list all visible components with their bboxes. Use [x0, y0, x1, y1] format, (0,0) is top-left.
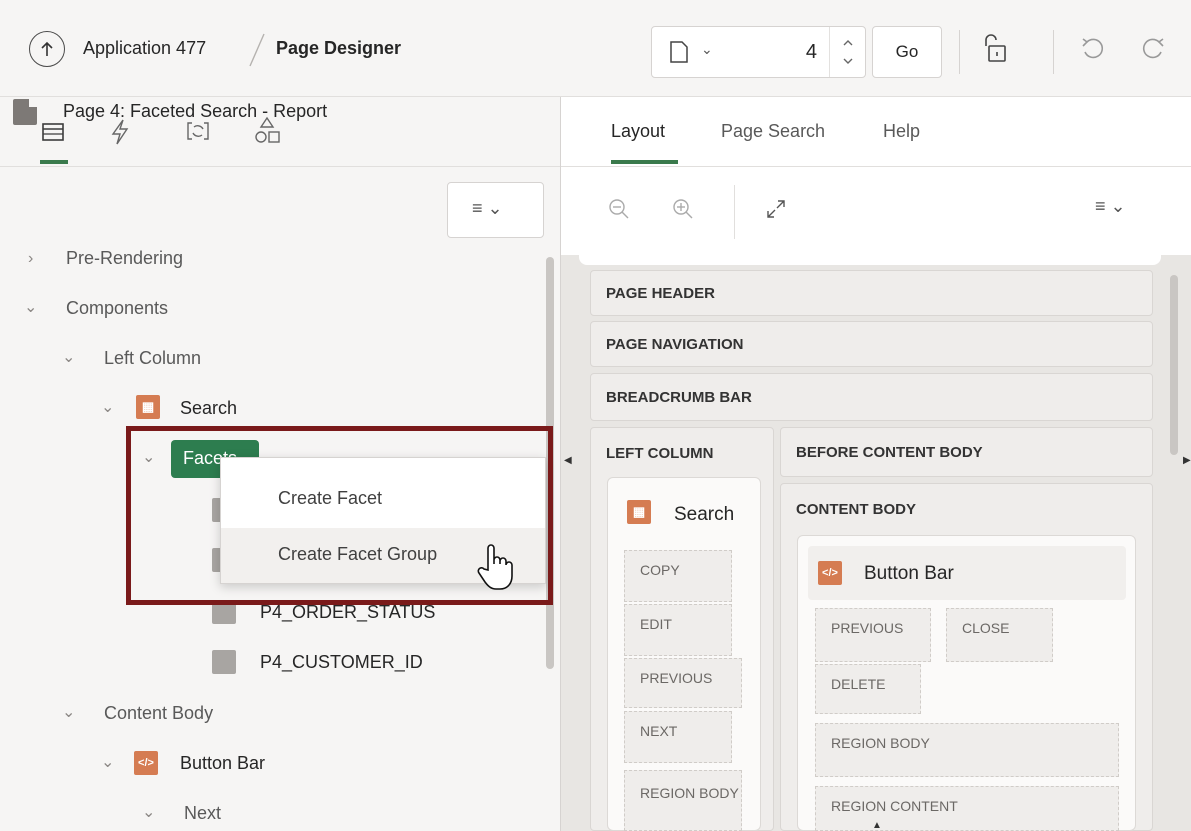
page-icon	[670, 41, 688, 63]
collapse-chevron-icon[interactable]: ⌄	[62, 347, 75, 367]
search-region-icon: ▦	[627, 500, 651, 524]
page-selector[interactable]: ⌄ 4	[651, 26, 866, 78]
canvas-top-edge	[579, 255, 1161, 265]
slot-region-body[interactable]: REGION BODY	[624, 770, 742, 831]
slot-next[interactable]: NEXT	[624, 711, 732, 763]
expand-chevron-icon[interactable]: ›	[28, 250, 33, 268]
tab-layout[interactable]: Layout	[611, 121, 665, 142]
go-button[interactable]: Go	[872, 26, 942, 78]
tree-node-content-body[interactable]: Content Body	[104, 703, 213, 724]
tree-menu-button[interactable]: ≡ ⌄	[447, 182, 544, 238]
band-page-navigation[interactable]: PAGE NAVIGATION	[590, 321, 1153, 367]
right-pane-tabs: Layout Page Search Help	[561, 97, 1191, 167]
band-before-content-body[interactable]: BEFORE CONTENT BODY	[780, 427, 1153, 477]
zoom-out-icon[interactable]	[607, 197, 631, 221]
collapse-chevron-icon[interactable]: ⌄	[142, 802, 155, 822]
annotation-highlight-box	[126, 426, 553, 605]
expand-icon[interactable]	[764, 197, 788, 221]
menu-icon: ≡ ⌄	[472, 198, 503, 218]
chevron-down-icon[interactable]: ⌄	[701, 41, 713, 58]
slot-edit[interactable]: EDIT	[624, 604, 732, 656]
breadcrumb-separator	[249, 33, 265, 67]
collapse-chevron-icon[interactable]: ⌄	[101, 752, 114, 772]
tree-node-left-column[interactable]: Left Column	[104, 348, 201, 369]
page-number-input[interactable]: 4	[806, 41, 817, 64]
active-tab-indicator	[611, 160, 678, 164]
tree-node-order-status[interactable]: P4_ORDER_STATUS	[260, 602, 435, 623]
toolbar-divider	[959, 30, 960, 74]
chevron-up-icon[interactable]	[841, 36, 855, 50]
layout-toolbar: ≡ ⌄	[561, 167, 1191, 255]
toolbar-divider	[1053, 30, 1054, 74]
tree-node-components[interactable]: Components	[66, 298, 168, 319]
tree-node-search[interactable]: Search	[180, 398, 237, 419]
slot-region-content[interactable]: REGION CONTENT	[815, 786, 1119, 831]
navigate-up-icon[interactable]	[29, 31, 65, 67]
button-bar-card-header	[808, 546, 1126, 600]
layout-menu-icon[interactable]: ≡ ⌄	[1095, 196, 1126, 217]
splitter-collapse-icon[interactable]: ◀	[564, 455, 572, 466]
collapse-chevron-icon[interactable]: ⌄	[62, 702, 75, 722]
zoom-in-icon[interactable]	[671, 197, 695, 221]
slot-region-body[interactable]: REGION BODY	[815, 723, 1119, 777]
splitter-up-icon[interactable]: ▲	[872, 820, 882, 831]
chevron-down-icon[interactable]	[841, 54, 855, 68]
unlock-icon[interactable]	[980, 32, 1010, 66]
splitter-expand-icon[interactable]: ▶	[1183, 455, 1191, 466]
tree-node-customer-id[interactable]: P4_CUSTOMER_ID	[260, 652, 423, 673]
button-bar-card-title: Button Bar	[864, 563, 954, 584]
breadcrumb-application[interactable]: Application 477	[83, 38, 206, 59]
layout-scrollbar[interactable]	[1170, 275, 1178, 455]
redo-icon[interactable]	[1140, 36, 1166, 62]
search-card-title: Search	[674, 504, 735, 525]
tree-node-pre-rendering[interactable]: Pre-Rendering	[66, 248, 183, 269]
search-region-icon: ▦	[136, 395, 160, 419]
slot-delete-button[interactable]: DELETE	[815, 664, 921, 714]
slot-copy[interactable]: COPY	[624, 550, 732, 602]
code-region-icon: </>	[134, 751, 158, 775]
toolbar-divider	[734, 185, 735, 239]
code-region-icon: </>	[818, 561, 842, 585]
breadcrumb-page-designer: Page Designer	[276, 38, 402, 58]
tree-node-button-bar[interactable]: Button Bar	[180, 753, 265, 774]
collapse-chevron-icon[interactable]: ⌄	[101, 397, 114, 417]
tab-page-search[interactable]: Page Search	[721, 121, 825, 142]
band-page-header[interactable]: PAGE HEADER	[590, 270, 1153, 316]
active-tab-indicator	[40, 160, 68, 164]
tab-help[interactable]: Help	[883, 121, 920, 142]
slot-previous[interactable]: PREVIOUS	[624, 658, 742, 708]
collapse-chevron-icon[interactable]: ⌄	[24, 297, 37, 317]
rendering-tab-icon[interactable]	[40, 119, 66, 145]
tree-node-next[interactable]: Next	[184, 803, 221, 824]
undo-icon[interactable]	[1080, 36, 1106, 62]
facet-item-icon	[212, 650, 236, 674]
page-number-stepper[interactable]	[829, 27, 865, 77]
slot-previous-button[interactable]: PREVIOUS	[815, 608, 931, 662]
top-toolbar: Application 477 Page Designer ⌄ 4 Go	[0, 0, 1191, 97]
slot-close-button[interactable]: CLOSE	[946, 608, 1053, 662]
page-icon	[13, 99, 37, 125]
tree-page-title[interactable]: Page 4: Faceted Search - Report	[63, 101, 327, 122]
band-breadcrumb-bar[interactable]: BREADCRUMB BAR	[590, 373, 1153, 421]
